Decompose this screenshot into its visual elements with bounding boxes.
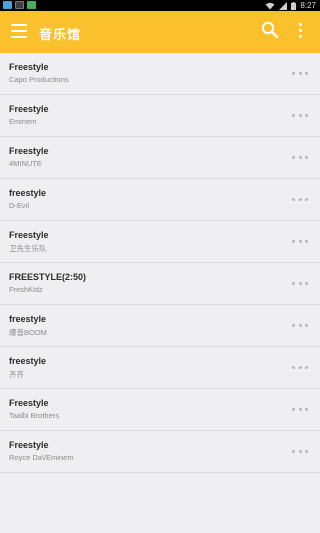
more-horiz-icon[interactable] [292, 406, 308, 412]
page-title: 音乐馆 [39, 27, 82, 42]
app-bar: 音乐馆 [0, 11, 320, 53]
list-item[interactable]: freestyle 齐齐 [0, 347, 320, 389]
notification-icon [27, 1, 36, 9]
list-item[interactable]: Freestyle Capo Productions [0, 53, 320, 95]
song-title: freestyle [9, 356, 47, 366]
song-artist: FreshKidz [9, 285, 43, 294]
song-title: Freestyle [9, 398, 49, 408]
more-horiz-icon[interactable] [292, 196, 308, 202]
more-horiz-icon[interactable] [292, 70, 308, 76]
song-list: Freestyle Capo Productions Freestyle Emi… [0, 53, 320, 473]
more-horiz-icon[interactable] [292, 448, 308, 454]
more-horiz-icon[interactable] [292, 154, 308, 160]
song-title: freestyle [9, 314, 47, 324]
song-artist: D-Evil [9, 201, 29, 210]
song-title: Freestyle [9, 440, 49, 450]
list-item[interactable]: Freestyle 卫先生乐队 [0, 221, 320, 263]
song-title: FREESTYLE(2:50) [9, 272, 87, 282]
menu-icon[interactable] [11, 24, 27, 38]
status-bar-notifications [3, 1, 36, 9]
song-artist: Capo Productions [9, 75, 69, 84]
list-item[interactable]: Freestyle Taalbi Brothers [0, 389, 320, 431]
song-artist: Eminem [9, 117, 37, 126]
more-horiz-icon[interactable] [292, 112, 308, 118]
list-item[interactable]: Freestyle Eminem [0, 95, 320, 137]
song-title: Freestyle [9, 104, 49, 114]
song-title: Freestyle [9, 146, 49, 156]
list-item[interactable]: Freestyle 4MINUTE [0, 137, 320, 179]
song-artist: 爆音BOOM [9, 328, 47, 337]
list-item[interactable]: freestyle D-Evil [0, 179, 320, 221]
song-artist: 4MINUTE [9, 159, 42, 168]
wifi-icon [265, 2, 275, 9]
signal-icon [279, 1, 288, 10]
more-horiz-icon[interactable] [292, 322, 308, 328]
list-item[interactable]: freestyle 爆音BOOM [0, 305, 320, 347]
status-bar-system: 8:27 [265, 0, 316, 11]
song-title: Freestyle [9, 62, 49, 72]
battery-icon [291, 1, 297, 10]
list-item[interactable]: Freestyle Royce Da\/Eminem [0, 431, 320, 473]
song-artist: Taalbi Brothers [9, 411, 60, 420]
more-vert-icon[interactable] [296, 23, 304, 41]
song-title: Freestyle [9, 230, 49, 240]
song-title: freestyle [9, 188, 47, 198]
more-horiz-icon[interactable] [292, 238, 308, 244]
status-bar: 8:27 [0, 0, 320, 11]
notification-icon [15, 1, 24, 9]
song-artist: Royce Da\/Eminem [9, 453, 74, 462]
status-time: 8:27 [300, 1, 316, 10]
list-item[interactable]: FREESTYLE(2:50) FreshKidz [0, 263, 320, 305]
notification-icon [3, 1, 12, 9]
search-icon[interactable] [261, 21, 279, 39]
song-artist: 卫先生乐队 [9, 244, 47, 253]
song-artist: 齐齐 [9, 370, 24, 379]
more-horiz-icon[interactable] [292, 364, 308, 370]
more-horiz-icon[interactable] [292, 280, 308, 286]
